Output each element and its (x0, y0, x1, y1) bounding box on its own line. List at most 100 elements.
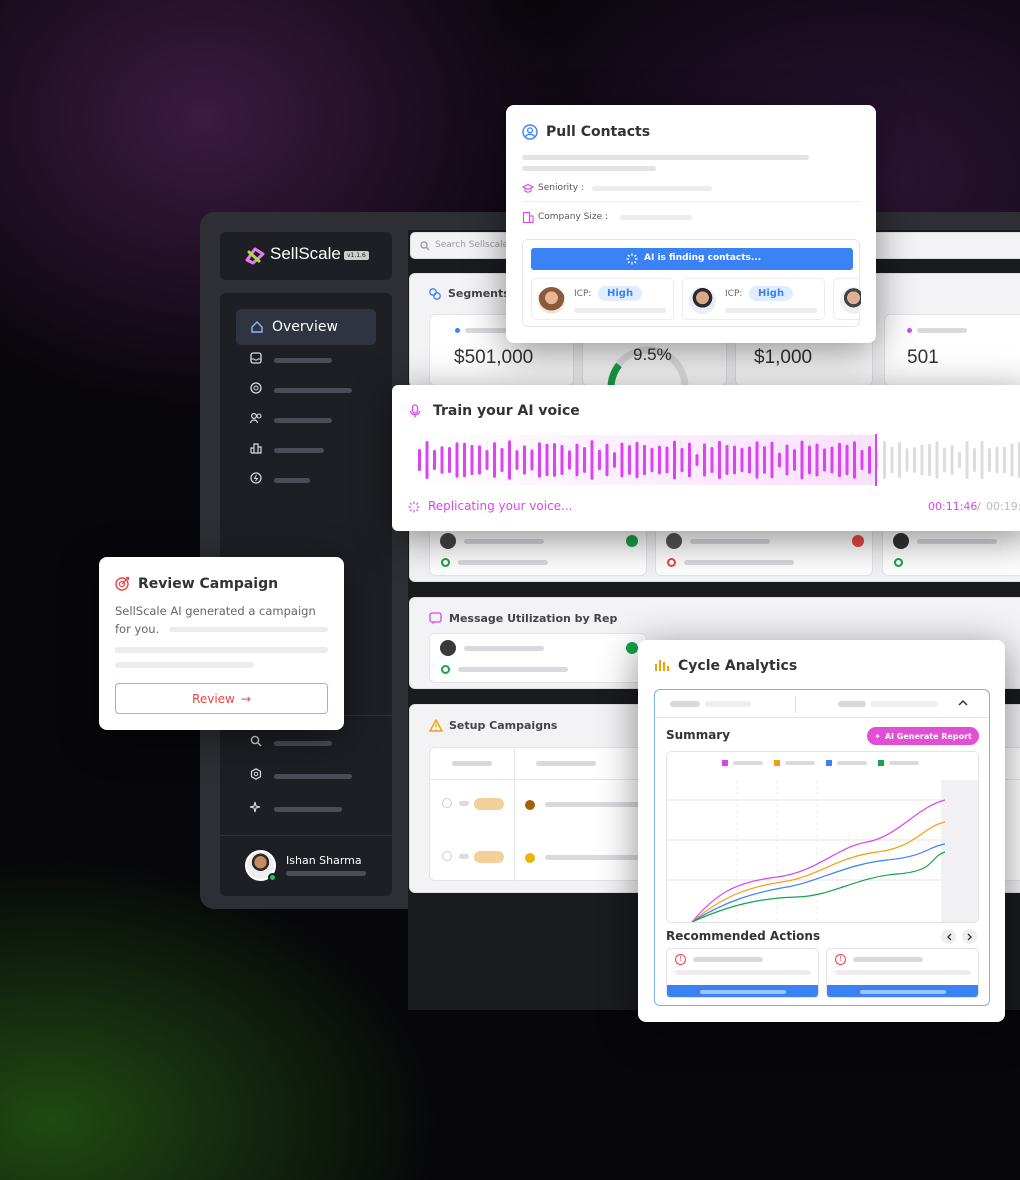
sidebar-item-ai[interactable] (236, 794, 376, 824)
ai-generate-report-label: AI Generate Report (884, 731, 972, 741)
waveform-bar (440, 446, 444, 474)
stat-value: $501,000 (454, 347, 534, 368)
segments-icon (428, 287, 442, 301)
waveform-bar (523, 445, 526, 475)
voice-waveform (418, 440, 1020, 480)
sidebar-item-search[interactable] (236, 728, 376, 758)
brand-name: SellScale (270, 244, 341, 263)
review-button-label: Review (192, 691, 235, 706)
stat-value: 501 (907, 347, 939, 368)
waveform-bar (650, 447, 654, 473)
waveform-bar (958, 451, 961, 469)
sellscale-logo-icon (244, 246, 266, 266)
users-icon (249, 412, 262, 428)
waveform-bar (560, 444, 564, 476)
waveform-bar (613, 452, 616, 468)
ai-generate-report-button[interactable]: ✦ AI Generate Report (867, 727, 979, 745)
version-badge: v1.1.6 (344, 251, 369, 260)
review-button[interactable]: Review → (115, 683, 328, 714)
waveform-bar (1003, 446, 1006, 474)
chevron-right-icon[interactable] (962, 929, 977, 944)
voice-total-time: 00:19: (986, 500, 1020, 513)
loading-spinner-icon (626, 253, 638, 265)
waveform-bar (898, 441, 901, 479)
waveform-bar (628, 445, 631, 475)
waveform-bar (485, 450, 489, 470)
arrow-right-icon: → (240, 691, 251, 706)
brand-bar: SellScale v1.1.6 (220, 232, 392, 280)
waveform-bar (883, 440, 886, 480)
chevron-up-icon[interactable] (958, 699, 968, 707)
waveform-bar (995, 446, 999, 474)
sidebar-item-settings[interactable] (236, 761, 376, 791)
search-icon (420, 241, 430, 251)
waveform-bar (823, 448, 826, 472)
waveform-bar (598, 449, 601, 471)
waveform-bar (763, 446, 766, 474)
sidebar-item-overview[interactable]: Overview (236, 309, 376, 345)
review-campaign-body: SellScale AI generated a campaign (115, 604, 316, 618)
waveform-bar (545, 443, 549, 477)
cycle-analytics-title: Cycle Analytics (678, 658, 798, 674)
chevron-left-icon[interactable] (941, 929, 956, 944)
finding-contacts-label: AI is finding contacts... (644, 253, 762, 263)
recommended-actions-title: Recommended Actions (666, 929, 821, 943)
rep-card (655, 526, 873, 576)
waveform-bar (635, 441, 639, 479)
waveform-bar (463, 442, 466, 478)
waveform-bar (493, 442, 496, 478)
contact-card[interactable] (833, 278, 861, 320)
sidebar-item-automations[interactable] (236, 465, 376, 495)
waveform-bar (853, 441, 856, 479)
sidebar-item-contacts[interactable] (236, 405, 376, 435)
waveform-bar (950, 444, 954, 476)
avatar (538, 287, 565, 314)
waveform-bar (680, 447, 684, 473)
waveform-bar (583, 446, 586, 474)
contact-card[interactable]: ICP: High (682, 278, 825, 320)
waveform-bar (620, 442, 624, 478)
sidebar-item-label: Overview (272, 319, 338, 335)
waveform-bar (770, 441, 774, 479)
waveform-bar (928, 443, 931, 477)
status-badge (474, 851, 504, 863)
sidebar-item-campaigns[interactable] (236, 375, 376, 405)
waveform-bar (733, 445, 736, 475)
sidebar-item-inbox[interactable] (236, 345, 376, 375)
pull-contacts-card: Pull Contacts Seniority : Company Size :… (506, 105, 876, 343)
review-campaign-card: Review Campaign SellScale AI generated a… (99, 557, 344, 730)
action-card[interactable]: ! (826, 948, 979, 998)
waveform-bar (703, 443, 706, 477)
waveform-bar (673, 440, 676, 480)
waveform-bar (478, 445, 481, 475)
action-card[interactable]: ! (666, 948, 819, 998)
waveform-bar (868, 445, 871, 475)
stat-value: $1,000 (754, 347, 813, 368)
waveform-bar (943, 447, 946, 473)
inbox-icon (250, 352, 262, 368)
voice-status: Replicating your voice... (428, 499, 573, 513)
waveform-bar (913, 446, 916, 474)
contact-card[interactable]: ICP: High (531, 278, 674, 320)
waveform-bar (988, 448, 991, 472)
filter-bar[interactable] (655, 690, 989, 718)
waveform-bar (433, 449, 436, 471)
summary-chart (666, 751, 979, 923)
alert-icon (852, 535, 864, 547)
target-icon (115, 576, 130, 591)
search-icon (250, 735, 262, 751)
chart-series-line (691, 799, 946, 922)
seniority-label: Seniority : (538, 183, 584, 193)
sparkle-icon: ✦ (874, 731, 881, 741)
finding-contacts-banner: AI is finding contacts... (531, 248, 853, 270)
waveform-bar (530, 449, 534, 471)
summary-title: Summary (666, 728, 731, 742)
target-icon (250, 382, 262, 398)
waveform-bar (973, 447, 976, 473)
review-campaign-body-2: for you. (115, 622, 160, 636)
waveform-bar (448, 447, 451, 473)
playhead[interactable] (875, 434, 877, 486)
message-icon (429, 612, 442, 625)
sidebar-item-analytics[interactable] (236, 435, 376, 465)
analytics-container: Summary ✦ AI Generate Report Recommended … (654, 689, 990, 1006)
